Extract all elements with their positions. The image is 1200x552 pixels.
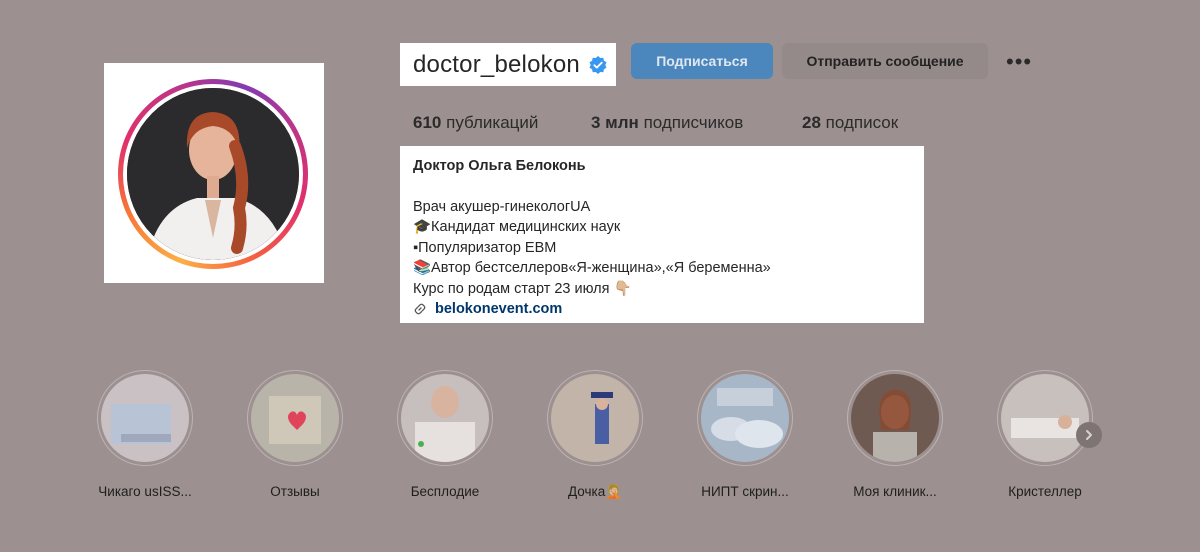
highlight-label: Кристеллер <box>1008 484 1082 499</box>
following-count: 28 <box>802 113 821 132</box>
highlight-item[interactable]: Чикаго usISS... <box>90 370 200 499</box>
highlight-thumbnail <box>401 374 489 462</box>
bio-section: Доктор Ольга Белоконь Врач акушер-гинеко… <box>400 146 924 323</box>
follow-button[interactable]: Подписаться <box>631 43 773 79</box>
highlight-label: НИПТ скрин... <box>701 484 789 499</box>
highlight-thumbnail <box>551 374 639 462</box>
more-options-icon[interactable]: ••• <box>1006 49 1036 74</box>
highlight-thumbnail <box>1001 374 1089 462</box>
full-name: Доктор Ольга Белоконь <box>413 158 586 174</box>
following-label: подписок <box>825 113 899 132</box>
highlight-thumbnail <box>101 374 189 462</box>
highlight-label: Дочка🤦🏼 <box>567 484 623 499</box>
highlight-label: Отзывы <box>270 484 320 499</box>
posts-count: 610 <box>413 113 442 132</box>
bio-line: ▪Популяризатор EBM <box>413 239 557 256</box>
bio-line: 🎓Кандидат медицинских наук <box>413 219 621 235</box>
chevron-right-icon <box>1086 430 1092 440</box>
send-message-button[interactable]: Отправить сообщение <box>782 43 988 79</box>
bio-link-text: belokonevent.com <box>435 301 563 317</box>
highlight-item[interactable]: Отзывы <box>240 370 350 499</box>
bio-line: Курс по родам старт 23 июля 👇🏼 <box>413 280 632 297</box>
followers-count: 3 млн <box>591 113 639 132</box>
avatar <box>127 88 299 260</box>
bio-line: Врач акушер-гинекологUA <box>413 198 591 215</box>
link-icon <box>414 303 426 315</box>
highlight-item[interactable]: НИПТ скрин... <box>690 370 800 499</box>
highlight-label: Бесплодие <box>410 484 480 499</box>
story-ring[interactable] <box>118 79 308 269</box>
posts-label: публикаций <box>446 113 539 132</box>
posts-stat: 610 публикаций <box>413 113 538 133</box>
highlight-thumbnail <box>251 374 339 462</box>
following-stat[interactable]: 28 подписок <box>802 113 898 133</box>
bio-line: 📚Автор бестселлеров«Я-женщина»,«Я береме… <box>413 260 771 276</box>
highlight-item[interactable]: Дочка🤦🏼 <box>540 370 650 500</box>
highlight-item[interactable]: Бесплодие <box>390 370 500 499</box>
profile-avatar-frame <box>104 63 324 283</box>
verified-badge-icon <box>589 55 607 74</box>
highlight-label: Моя клиник... <box>853 484 937 499</box>
username-header: doctor_belokon <box>400 43 616 86</box>
highlight-item[interactable]: Моя клиник... <box>840 370 950 499</box>
highlight-thumbnail <box>851 374 939 462</box>
followers-label: подписчиков <box>643 113 744 132</box>
username: doctor_belokon <box>413 50 580 78</box>
highlight-label: Чикаго usISS... <box>98 484 192 499</box>
followers-stat[interactable]: 3 млн подписчиков <box>591 113 743 133</box>
highlights-next-button[interactable] <box>1076 422 1102 448</box>
bio-link[interactable]: belokonevent.com <box>413 299 911 320</box>
highlight-thumbnail <box>701 374 789 462</box>
